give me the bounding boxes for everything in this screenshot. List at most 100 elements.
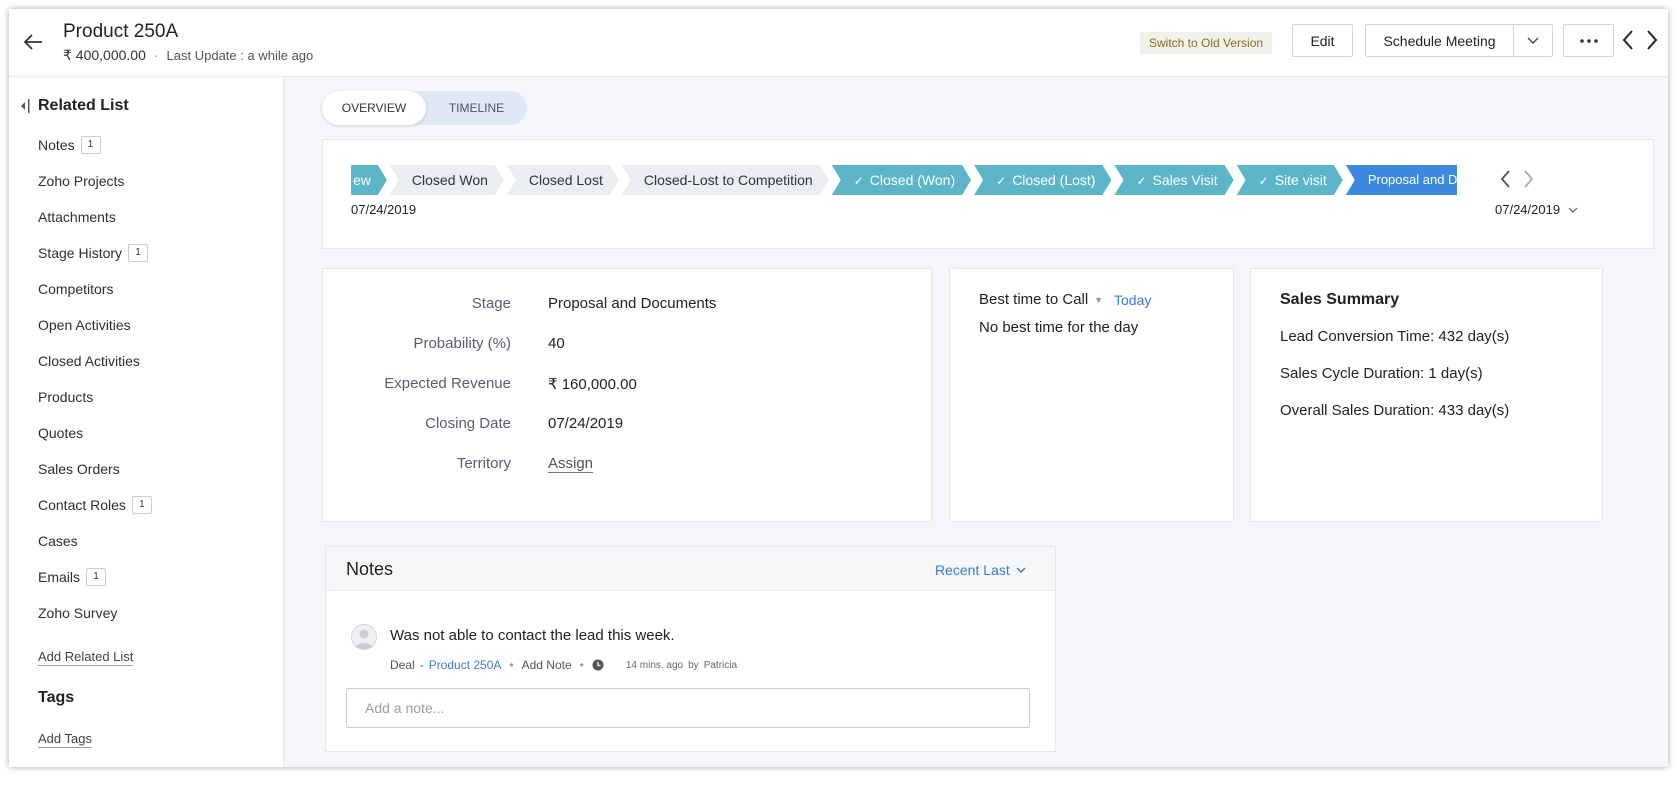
stage-next-icon[interactable] bbox=[1521, 169, 1535, 189]
note-record-link[interactable]: Product 250A bbox=[429, 658, 502, 672]
field-label: Closing Date bbox=[425, 415, 511, 432]
chevron-down-icon bbox=[1016, 567, 1026, 573]
related-list-title: Related List bbox=[38, 97, 129, 114]
sidebar-item-quotes[interactable]: Quotes bbox=[38, 421, 152, 457]
view-tabs: OVERVIEW TIMELINE bbox=[322, 91, 527, 125]
more-actions-button[interactable] bbox=[1563, 24, 1614, 57]
stage-step[interactable]: Closed Lost bbox=[507, 165, 619, 195]
notes-header: Notes Recent Last bbox=[326, 547, 1055, 591]
notes-sort-label: Recent Last bbox=[935, 562, 1010, 578]
sidebar-item-label: Notes bbox=[38, 137, 75, 153]
tags-title: Tags bbox=[38, 689, 75, 706]
notes-card: Notes Recent Last Was not able to contac… bbox=[325, 546, 1056, 752]
field-value[interactable]: ₹ 160,000.00 bbox=[548, 375, 637, 393]
sidebar-item-notes[interactable]: Notes 1 bbox=[38, 133, 152, 169]
stage-step[interactable]: ew bbox=[351, 165, 387, 195]
collapse-sidebar-icon[interactable] bbox=[19, 99, 31, 113]
notes-sort-dropdown[interactable]: Recent Last bbox=[935, 562, 1026, 578]
tab-overview[interactable]: OVERVIEW bbox=[322, 91, 426, 125]
sidebar-item-sales-orders[interactable]: Sales Orders bbox=[38, 457, 152, 493]
bullet-separator: • bbox=[579, 658, 584, 672]
schedule-dropdown-button[interactable] bbox=[1513, 24, 1553, 57]
stage-label: Closed Won bbox=[411, 172, 488, 188]
sidebar-item-stage-history[interactable]: Stage History 1 bbox=[38, 241, 152, 277]
stage-end-date: 07/24/2019 bbox=[1495, 202, 1561, 217]
sidebar-item-label: Quotes bbox=[38, 425, 84, 441]
stage-step[interactable]: ✓ Site visit bbox=[1237, 165, 1343, 195]
note-module: Deal bbox=[390, 658, 415, 672]
stage-label: Closed Lost bbox=[528, 172, 603, 188]
note-by: by bbox=[688, 659, 699, 671]
related-list-sidebar: Related List Notes 1 Zoho Projects Attach… bbox=[9, 77, 284, 767]
field-value[interactable]: 40 bbox=[548, 335, 565, 352]
stage-label: Closed (Won) bbox=[869, 172, 956, 188]
schedule-meeting-button[interactable]: Schedule Meeting bbox=[1365, 24, 1513, 57]
field-value[interactable]: 07/24/2019 bbox=[548, 415, 623, 432]
last-update: Last Update : a while ago bbox=[166, 48, 314, 63]
switch-old-version-button[interactable]: Switch to Old Version bbox=[1140, 32, 1273, 54]
sidebar-item-competitors[interactable]: Competitors bbox=[38, 277, 152, 313]
sidebar-item-label: Zoho Survey bbox=[38, 605, 118, 621]
add-related-list-link[interactable]: Add Related List bbox=[38, 649, 134, 666]
sidebar-item-attachments[interactable]: Attachments bbox=[38, 205, 152, 241]
stage-label: Closed (Lost) bbox=[1012, 172, 1096, 188]
tab-timeline[interactable]: TIMELINE bbox=[426, 91, 527, 125]
bullet-separator: • bbox=[509, 658, 514, 672]
best-time-card: Best time to Call ▼ Today No best time f… bbox=[949, 268, 1234, 522]
best-time-label: Best time to Call bbox=[979, 291, 1089, 308]
previous-record-icon[interactable] bbox=[1621, 29, 1635, 51]
field-value[interactable]: Proposal and Documents bbox=[548, 295, 716, 312]
stage-step[interactable]: ✓ Closed (Lost) bbox=[974, 165, 1111, 195]
check-icon: ✓ bbox=[996, 174, 1007, 188]
sidebar-item-label: Attachments bbox=[38, 209, 116, 225]
sidebar-item-contact-roles[interactable]: Contact Roles 1 bbox=[38, 493, 152, 529]
deal-amount: ₹ 400,000.00 bbox=[63, 47, 146, 63]
assign-territory-link[interactable]: Assign bbox=[548, 455, 594, 473]
sidebar-item-label: Cases bbox=[38, 533, 78, 549]
field-probability: Probability (%) 40 bbox=[323, 335, 931, 359]
today-link[interactable]: Today bbox=[1114, 292, 1151, 308]
check-icon: ✓ bbox=[1258, 174, 1269, 188]
sales-summary-card: Sales Summary Lead Conversion Time: 432 … bbox=[1250, 268, 1603, 522]
edit-button[interactable]: Edit bbox=[1292, 24, 1353, 57]
chevron-down-icon bbox=[1568, 207, 1578, 213]
dash-separator: - bbox=[419, 658, 424, 672]
sidebar-item-label: Zoho Projects bbox=[38, 173, 125, 189]
stage-step[interactable]: Closed-Lost to Competition bbox=[622, 165, 829, 195]
stage-date-dropdown[interactable]: 07/24/2019 bbox=[1495, 202, 1578, 217]
sidebar-item-label: Sales Orders bbox=[38, 461, 120, 477]
stage-prev-icon[interactable] bbox=[1499, 169, 1513, 189]
sidebar-item-closed-activities[interactable]: Closed Activities bbox=[38, 349, 152, 385]
stage-step[interactable]: ✓ Sales Visit bbox=[1114, 165, 1233, 195]
stage-step[interactable]: Closed Won bbox=[390, 165, 504, 195]
sidebar-item-label: Closed Activities bbox=[38, 353, 140, 369]
best-time-dropdown[interactable]: Best time to Call ▼ bbox=[979, 291, 1103, 308]
note-time: 14 mins. ago bbox=[625, 659, 684, 671]
note-meta: Deal - Product 250A • Add Note • 14 mins… bbox=[390, 658, 737, 672]
sidebar-item-open-activities[interactable]: Open Activities bbox=[38, 313, 152, 349]
check-icon: ✓ bbox=[853, 174, 864, 188]
sidebar-item-label: Emails bbox=[38, 569, 81, 585]
add-note-input[interactable] bbox=[346, 688, 1030, 728]
add-tags-link[interactable]: Add Tags bbox=[38, 731, 92, 748]
sidebar-item-zoho-survey[interactable]: Zoho Survey bbox=[38, 601, 152, 637]
sidebar-item-emails[interactable]: Emails 1 bbox=[38, 565, 152, 601]
stage-step[interactable]: ✓ Closed (Won) bbox=[832, 165, 971, 195]
more-dots-icon bbox=[1579, 38, 1598, 43]
field-closing-date: Closing Date 07/24/2019 bbox=[323, 415, 931, 439]
notes-title: Notes bbox=[346, 559, 394, 579]
next-record-icon[interactable] bbox=[1645, 29, 1659, 51]
field-expected-revenue: Expected Revenue ₹ 160,000.00 bbox=[323, 375, 931, 399]
record-title: Product 250A bbox=[63, 21, 179, 42]
note-content: Was not able to contact the lead this we… bbox=[390, 627, 675, 644]
stage-step[interactable]: Proposal and Documents▼ bbox=[1346, 165, 1457, 195]
stage-scroll-controls bbox=[1499, 169, 1535, 189]
sidebar-item-cases[interactable]: Cases bbox=[38, 529, 152, 565]
sidebar-item-products[interactable]: Products bbox=[38, 385, 152, 421]
sidebar-item-zoho-projects[interactable]: Zoho Projects bbox=[38, 169, 152, 205]
stage-label: Site visit bbox=[1274, 172, 1327, 188]
sidebar-item-label: Contact Roles bbox=[38, 497, 126, 513]
add-note-link[interactable]: Add Note bbox=[522, 658, 572, 672]
count-badge: 1 bbox=[80, 136, 101, 154]
back-arrow-icon[interactable] bbox=[22, 31, 44, 53]
